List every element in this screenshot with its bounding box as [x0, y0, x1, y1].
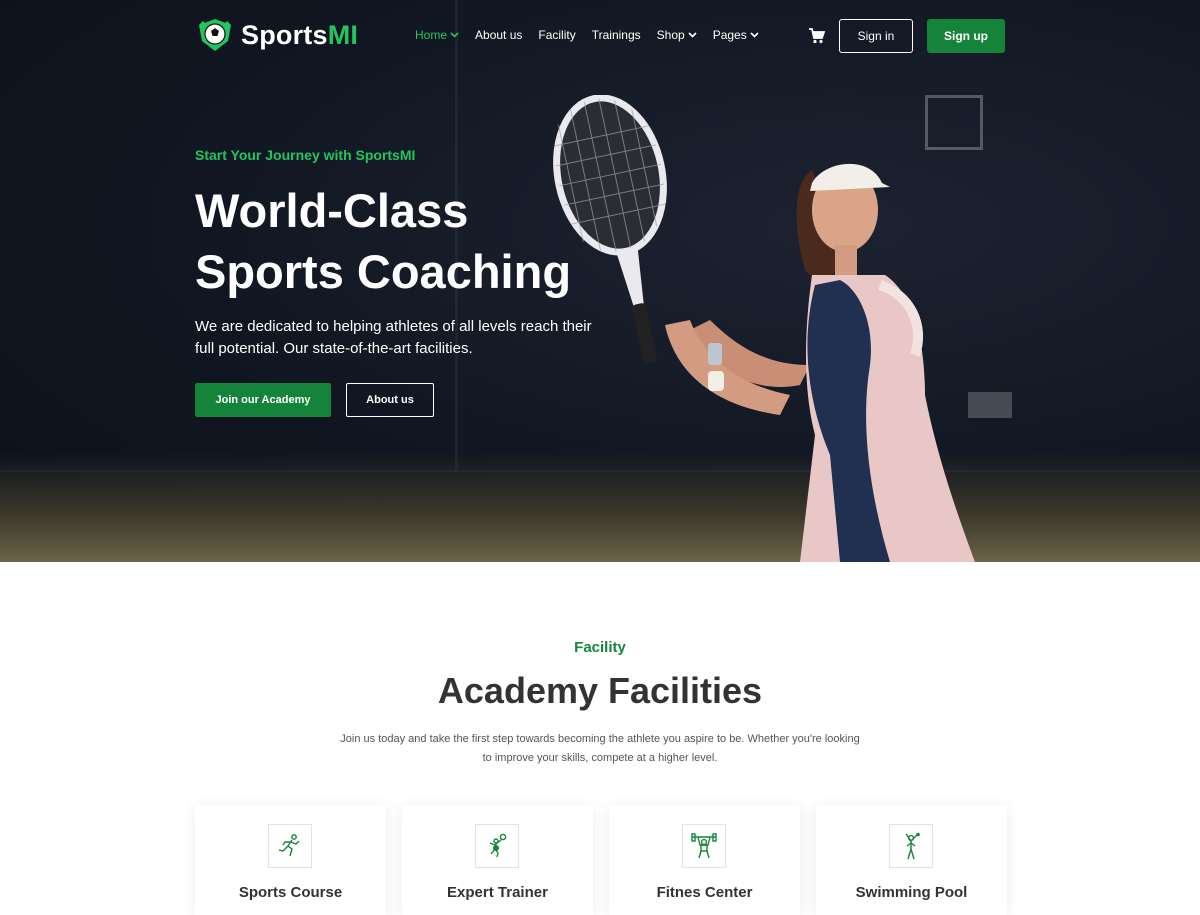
tennis-player-image [553, 95, 975, 562]
hero-section: SportsMI Home About us Facility Training… [0, 0, 1200, 562]
sign-in-button[interactable]: Sign in [839, 19, 913, 53]
section-description: Join us today and take the first step to… [340, 733, 860, 764]
facilities-section: Facility Academy Facilities Join us toda… [0, 562, 1200, 915]
brand-name: SportsMI [241, 19, 359, 50]
card-icon-box [268, 824, 312, 868]
chevron-down-icon [688, 32, 697, 38]
card-icon-box [682, 824, 726, 868]
hero-eyebrow: Start Your Journey with SportsMI [195, 147, 416, 163]
cart-icon[interactable] [808, 27, 826, 45]
nav-item-facility[interactable]: Facility [538, 28, 575, 42]
facility-card[interactable]: Swimming Pool [816, 805, 1007, 915]
chevron-down-icon [750, 32, 759, 38]
nav-item-label: Home [415, 28, 448, 42]
nav-item-label: Trainings [591, 28, 641, 42]
sign-up-button[interactable]: Sign up [927, 19, 1005, 53]
chevron-down-icon [450, 32, 459, 38]
join-academy-button[interactable]: Join our Academy [195, 383, 331, 417]
about-us-button[interactable]: About us [346, 383, 434, 417]
card-icon-box [475, 824, 519, 868]
volleyball-player-icon [489, 833, 507, 858]
nav-item-label: Shop [656, 28, 685, 42]
card-title: Fitnes Center [656, 884, 753, 901]
nav-item-label: Pages [712, 28, 747, 42]
brand-logo[interactable]: SportsMI [195, 17, 358, 53]
facility-card[interactable]: Expert Trainer [402, 805, 593, 915]
athlete-icon [905, 832, 920, 860]
facility-card[interactable]: Fitnes Center [609, 805, 800, 915]
card-title: Sports Course [238, 884, 343, 901]
nav-item-home[interactable]: Home [415, 28, 459, 42]
card-title: Swimming Pool [855, 884, 968, 901]
hero-description: We are dedicated to helping athletes of … [195, 318, 592, 357]
main-menu: Home About us Facility Trainings Shop Pa… [415, 28, 759, 42]
weightlifter-icon [691, 833, 717, 859]
runner-icon [278, 834, 300, 857]
facility-card[interactable]: Sports Course [195, 805, 386, 915]
section-eyebrow: Facility [574, 639, 626, 656]
top-navigation: SportsMI Home About us Facility Training… [0, 0, 1200, 72]
facility-cards: Sports Course Expert Trainer Fitnes Cent… [195, 805, 1007, 915]
card-title: Expert Trainer [447, 884, 548, 901]
nav-item-shop[interactable]: Shop [657, 28, 697, 42]
nav-item-about[interactable]: About us [475, 28, 522, 42]
soccer-shield-icon [199, 19, 231, 51]
hero-title: World-Class Sports Coaching [195, 184, 572, 298]
card-icon-box [889, 824, 933, 868]
nav-item-trainings[interactable]: Trainings [592, 28, 641, 42]
nav-item-pages[interactable]: Pages [713, 28, 759, 42]
nav-item-label: Facility [538, 28, 576, 42]
nav-item-label: About us [475, 28, 523, 42]
section-title: Academy Facilities [437, 670, 763, 711]
